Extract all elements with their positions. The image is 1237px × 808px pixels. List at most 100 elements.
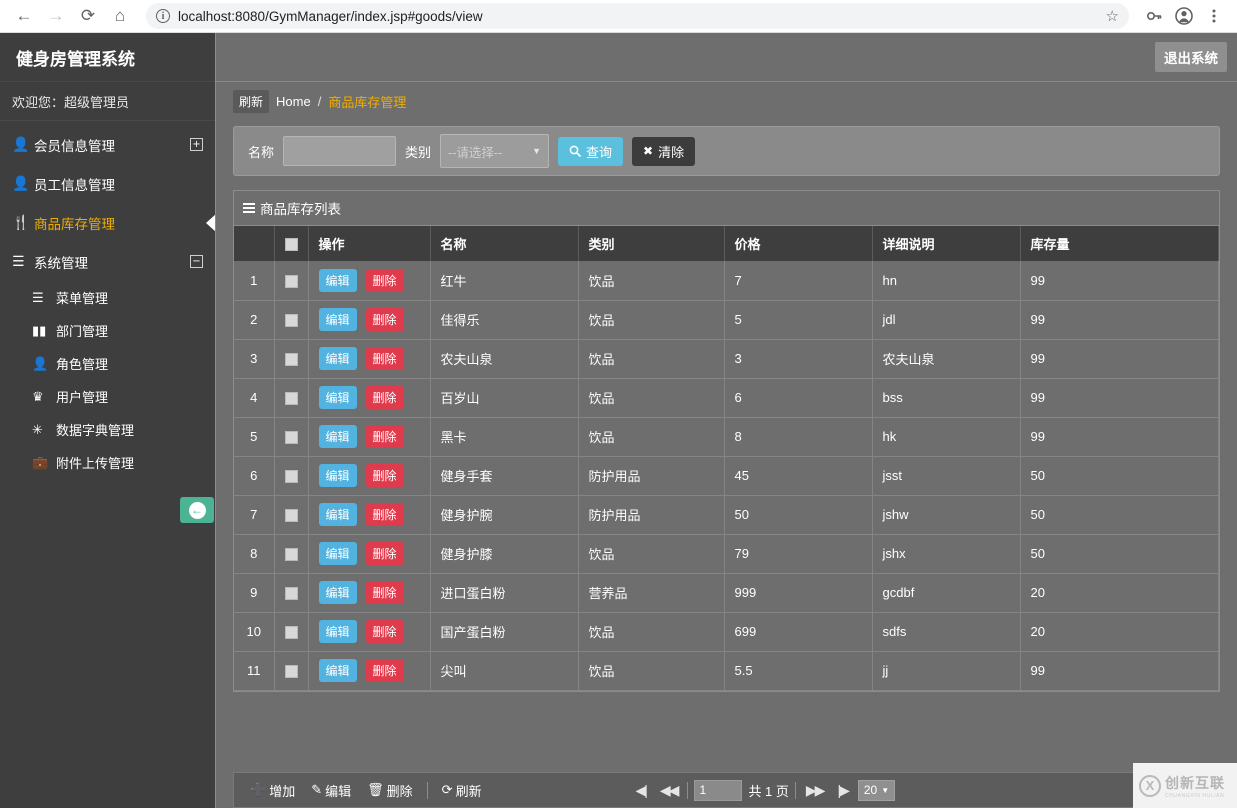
reload-icon[interactable]: ⟳ xyxy=(74,2,102,30)
row-edit-button[interactable]: 编辑 xyxy=(318,308,357,331)
table-row[interactable]: 6 编辑 删除 健身手套 防护用品 45 jsst 50 xyxy=(234,456,1219,496)
row-edit-button[interactable]: 编辑 xyxy=(318,425,357,448)
home-icon[interactable]: ⌂ xyxy=(106,2,134,30)
table-row[interactable]: 9 编辑 删除 进口蛋白粉 营养品 999 gcdbf 20 xyxy=(234,573,1219,613)
table-row[interactable]: 8 编辑 删除 健身护膝 饮品 79 jshx 50 xyxy=(234,534,1219,574)
table-row[interactable]: 2 编辑 删除 佳得乐 饮品 5 jdl 99 xyxy=(234,300,1219,340)
next-page-icon[interactable]: ▶▶ xyxy=(802,782,828,799)
add-button[interactable]: ➕ 增加 xyxy=(242,781,303,800)
sidebar-item-attachment-mgmt[interactable]: 💼 附件上传管理 xyxy=(0,446,215,479)
first-page-icon[interactable]: ◀| xyxy=(631,782,649,799)
table-row[interactable]: 5 编辑 删除 黑卡 饮品 8 hk 99 xyxy=(234,417,1219,457)
row-checkbox[interactable] xyxy=(284,509,298,523)
category-select[interactable]: --请选择-- ▼ xyxy=(440,134,550,168)
row-edit-button[interactable]: 编辑 xyxy=(318,542,357,565)
row-checkbox[interactable] xyxy=(284,353,298,367)
row-select-cell[interactable] xyxy=(274,495,309,535)
row-delete-button[interactable]: 删除 xyxy=(365,581,404,604)
table-row[interactable]: 3 编辑 删除 农夫山泉 饮品 3 农夫山泉 99 xyxy=(234,339,1219,379)
table-row[interactable]: 1 编辑 删除 红牛 饮品 7 hn 99 xyxy=(234,261,1219,301)
sidebar-item-dept-mgmt[interactable]: ▮▮ 部门管理 xyxy=(0,314,215,347)
row-edit-button[interactable]: 编辑 xyxy=(318,659,357,682)
row-select-cell[interactable] xyxy=(274,261,309,301)
row-select-cell[interactable] xyxy=(274,417,309,457)
page-size-select[interactable]: 20 ▼ xyxy=(857,779,896,801)
row-select-cell[interactable] xyxy=(274,456,309,496)
sidebar-item-user-mgmt[interactable]: ♛ 用户管理 xyxy=(0,380,215,413)
table-row[interactable]: 4 编辑 删除 百岁山 饮品 6 bss 99 xyxy=(234,378,1219,418)
name-input[interactable] xyxy=(283,136,397,166)
row-edit-button[interactable]: 编辑 xyxy=(318,620,357,643)
select-all-checkbox[interactable] xyxy=(284,238,298,252)
sidebar-collapse-button[interactable]: ← xyxy=(180,497,214,523)
row-select-cell[interactable] xyxy=(274,534,309,574)
delete-button[interactable]: 🗑 删除 xyxy=(359,781,421,800)
query-button[interactable]: 查询 xyxy=(558,136,624,166)
table-row[interactable]: 11 编辑 删除 尖叫 饮品 5.5 jj 99 xyxy=(234,651,1219,691)
row-actions: 编辑 删除 xyxy=(308,300,431,340)
row-delete-button[interactable]: 删除 xyxy=(365,308,404,331)
kebab-menu-icon[interactable] xyxy=(1201,3,1227,29)
row-edit-button[interactable]: 编辑 xyxy=(318,503,357,526)
logout-button[interactable]: 退出系统 xyxy=(1155,42,1227,72)
row-delete-button[interactable]: 删除 xyxy=(365,542,404,565)
row-checkbox[interactable] xyxy=(284,626,298,640)
back-icon[interactable]: ← xyxy=(10,2,38,30)
refresh-button[interactable]: ⟳ 刷新 xyxy=(434,781,490,800)
row-checkbox[interactable] xyxy=(284,392,298,406)
forward-icon[interactable]: → xyxy=(42,2,70,30)
category-select-value: --请选择-- xyxy=(448,145,503,160)
table-row[interactable]: 10 编辑 删除 国产蛋白粉 饮品 699 sdfs 20 xyxy=(234,612,1219,652)
sidebar-item-menu-mgmt[interactable]: ☰ 菜单管理 xyxy=(0,281,215,314)
row-delete-button[interactable]: 删除 xyxy=(365,620,404,643)
cell-description: bss xyxy=(872,378,1021,418)
row-delete-button[interactable]: 删除 xyxy=(365,464,404,487)
row-delete-button[interactable]: 删除 xyxy=(365,425,404,448)
address-bar[interactable]: i localhost:8080/GymManager/index.jsp#go… xyxy=(146,3,1129,29)
row-select-cell[interactable] xyxy=(274,339,309,379)
expand-plus-icon[interactable]: + xyxy=(190,138,203,151)
row-select-cell[interactable] xyxy=(274,573,309,613)
clear-button[interactable]: ✖ 清除 xyxy=(632,136,696,166)
row-checkbox[interactable] xyxy=(284,431,298,445)
row-delete-button[interactable]: 删除 xyxy=(365,386,404,409)
key-icon[interactable] xyxy=(1141,3,1167,29)
row-edit-button[interactable]: 编辑 xyxy=(318,464,357,487)
row-edit-button[interactable]: 编辑 xyxy=(318,581,357,604)
th-select-all[interactable] xyxy=(274,226,309,261)
row-select-cell[interactable] xyxy=(274,300,309,340)
row-delete-button[interactable]: 删除 xyxy=(365,347,404,370)
row-checkbox[interactable] xyxy=(284,587,298,601)
row-select-cell[interactable] xyxy=(274,378,309,418)
row-select-cell[interactable] xyxy=(274,612,309,652)
row-checkbox[interactable] xyxy=(284,665,298,679)
table-row[interactable]: 7 编辑 删除 健身护腕 防护用品 50 jshw 50 xyxy=(234,495,1219,535)
sidebar-item-dict-mgmt[interactable]: ✳ 数据字典管理 xyxy=(0,413,215,446)
row-edit-button[interactable]: 编辑 xyxy=(318,386,357,409)
row-checkbox[interactable] xyxy=(284,548,298,562)
row-checkbox[interactable] xyxy=(284,470,298,484)
sidebar-item-staff[interactable]: 👤 员工信息管理 xyxy=(0,164,215,203)
collapse-minus-icon[interactable]: − xyxy=(190,255,203,268)
row-delete-button[interactable]: 删除 xyxy=(365,268,404,292)
prev-page-icon[interactable]: ◀◀ xyxy=(656,782,682,799)
row-edit-button[interactable]: 编辑 xyxy=(318,347,357,370)
row-checkbox[interactable] xyxy=(284,274,298,288)
edit-button[interactable]: ✎ 编辑 xyxy=(303,781,359,800)
sidebar-item-system[interactable]: ☰ 系统管理 − xyxy=(0,242,215,281)
row-edit-button[interactable]: 编辑 xyxy=(318,268,357,292)
site-info-icon[interactable]: i xyxy=(156,9,170,23)
last-page-icon[interactable]: |▶ xyxy=(833,782,851,799)
sidebar-item-member[interactable]: 👤 会员信息管理 + xyxy=(0,125,215,164)
row-delete-button[interactable]: 删除 xyxy=(365,503,404,526)
row-select-cell[interactable] xyxy=(274,651,309,691)
profile-icon[interactable] xyxy=(1171,3,1197,29)
breadcrumb-home-link[interactable]: Home xyxy=(276,94,311,109)
sidebar-item-goods[interactable]: 🍴 商品库存管理 xyxy=(0,203,216,242)
sidebar-item-role-mgmt[interactable]: 👤 角色管理 xyxy=(0,347,215,380)
breadcrumb-refresh-button[interactable]: 刷新 xyxy=(233,89,270,113)
row-checkbox[interactable] xyxy=(284,314,298,328)
row-delete-button[interactable]: 删除 xyxy=(365,659,404,682)
star-icon[interactable]: ☆ xyxy=(1106,7,1119,25)
page-number-input[interactable] xyxy=(694,779,743,801)
